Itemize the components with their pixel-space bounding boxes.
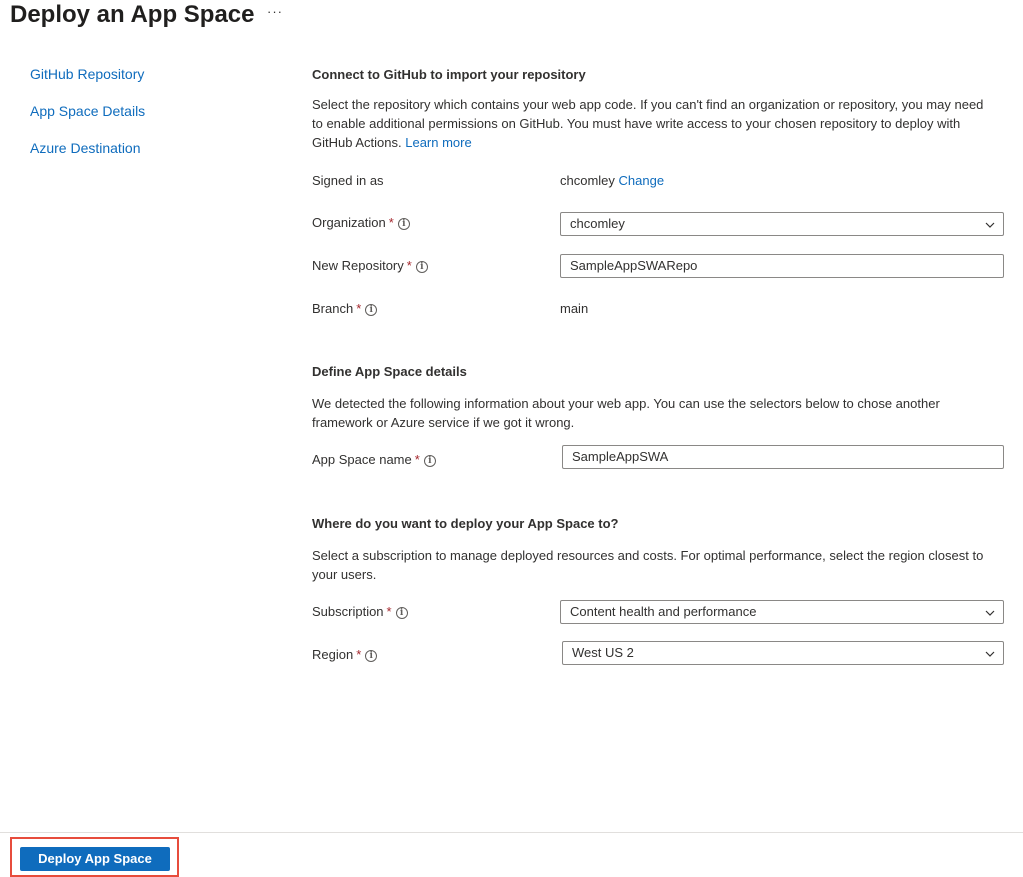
branch-label: Branch * i xyxy=(312,301,378,316)
learn-more-link[interactable]: Learn more xyxy=(405,135,471,150)
info-icon[interactable]: i xyxy=(415,261,428,273)
info-icon[interactable]: i xyxy=(365,650,378,662)
required-marker: * xyxy=(356,647,362,662)
signed-in-label: Signed in as xyxy=(312,173,384,188)
github-section-heading: Connect to GitHub to import your reposit… xyxy=(312,67,586,82)
nav-item-app-space-details[interactable]: App Space Details xyxy=(30,103,145,140)
footer-divider xyxy=(0,832,1023,833)
subscription-dropdown[interactable]: Content health and performance xyxy=(560,600,1004,624)
subscription-selected-value: Content health and performance xyxy=(570,604,757,619)
region-dropdown[interactable]: West US 2 xyxy=(562,641,1004,665)
new-repository-label: New Repository * i xyxy=(312,258,428,273)
nav-item-azure-destination[interactable]: Azure Destination xyxy=(30,140,145,177)
organization-label: Organization * i xyxy=(312,215,410,230)
app-space-name-label: App Space name * i xyxy=(312,452,436,467)
region-label: Region * i xyxy=(312,647,378,662)
page-title: Deploy an App Space xyxy=(10,1,255,28)
new-repository-label-text: New Repository xyxy=(312,258,404,273)
info-icon[interactable]: i xyxy=(397,218,410,230)
app-space-name-input[interactable]: SampleAppSWA xyxy=(562,445,1004,469)
organization-selected-value: chcomley xyxy=(570,216,625,231)
required-marker: * xyxy=(386,604,392,619)
app-space-name-label-text: App Space name xyxy=(312,452,412,467)
branch-label-text: Branch xyxy=(312,301,354,316)
region-label-text: Region xyxy=(312,647,354,662)
change-account-link[interactable]: Change xyxy=(619,173,665,188)
deploy-app-space-button[interactable]: Deploy App Space xyxy=(20,847,170,871)
destination-section-description: Select a subscription to manage deployed… xyxy=(312,548,984,582)
required-marker: * xyxy=(414,452,420,467)
organization-label-text: Organization xyxy=(312,215,386,230)
github-section-description: Select the repository which contains you… xyxy=(312,95,992,152)
info-icon[interactable]: i xyxy=(365,304,378,316)
signed-in-user: chcomley xyxy=(560,173,615,188)
new-repository-input[interactable]: SampleAppSWARepo xyxy=(560,254,1004,278)
section-nav: GitHub Repository App Space Details Azur… xyxy=(30,66,145,177)
region-selected-value: West US 2 xyxy=(572,645,634,660)
info-icon[interactable]: i xyxy=(395,607,408,619)
required-marker: * xyxy=(388,215,394,230)
more-options-icon[interactable]: ··· xyxy=(267,4,283,19)
destination-section-heading: Where do you want to deploy your App Spa… xyxy=(312,516,619,531)
organization-dropdown[interactable]: chcomley xyxy=(560,212,1004,236)
chevron-down-icon xyxy=(985,651,995,657)
details-section-description: We detected the following information ab… xyxy=(312,396,940,430)
subscription-label: Subscription * i xyxy=(312,604,408,619)
chevron-down-icon xyxy=(985,222,995,228)
required-marker: * xyxy=(356,301,362,316)
info-icon[interactable]: i xyxy=(423,455,436,467)
required-marker: * xyxy=(406,258,412,273)
branch-value: main xyxy=(560,301,589,316)
deploy-button-highlight: Deploy App Space xyxy=(10,837,179,877)
signed-in-value: chcomley Change xyxy=(560,173,664,188)
subscription-label-text: Subscription xyxy=(312,604,384,619)
nav-item-github-repository[interactable]: GitHub Repository xyxy=(30,66,145,103)
details-section-heading: Define App Space details xyxy=(312,364,467,379)
chevron-down-icon xyxy=(985,610,995,616)
